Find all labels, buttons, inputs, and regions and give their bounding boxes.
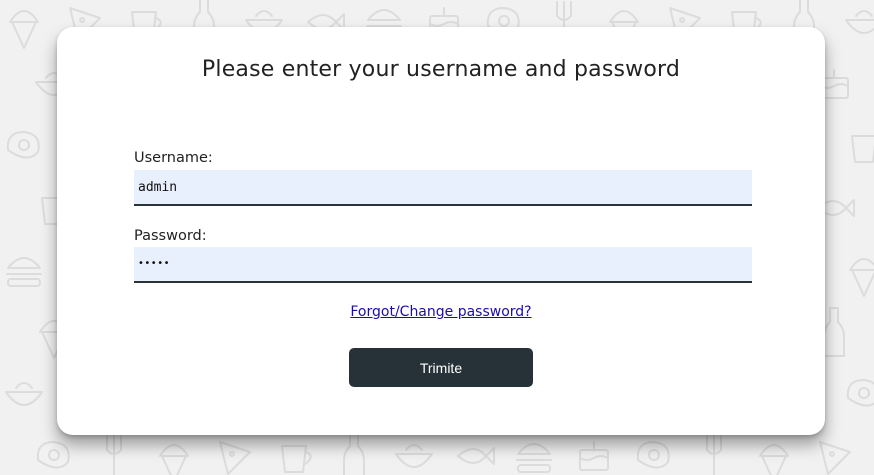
username-value: admin — [138, 179, 178, 195]
forgot-password-link-row: Forgot/Change password? — [57, 304, 825, 320]
login-title: Please enter your username and password — [201, 57, 681, 82]
password-label: Password: — [134, 228, 207, 244]
forgot-password-link[interactable]: Forgot/Change password? — [350, 304, 531, 320]
username-label: Username: — [134, 150, 213, 166]
submit-button[interactable]: Trimite — [349, 348, 533, 387]
password-masked-value: ••••• — [138, 258, 170, 269]
username-input[interactable]: admin — [134, 170, 752, 206]
login-card: Please enter your username and password … — [57, 27, 825, 435]
password-input[interactable]: ••••• — [134, 247, 752, 283]
